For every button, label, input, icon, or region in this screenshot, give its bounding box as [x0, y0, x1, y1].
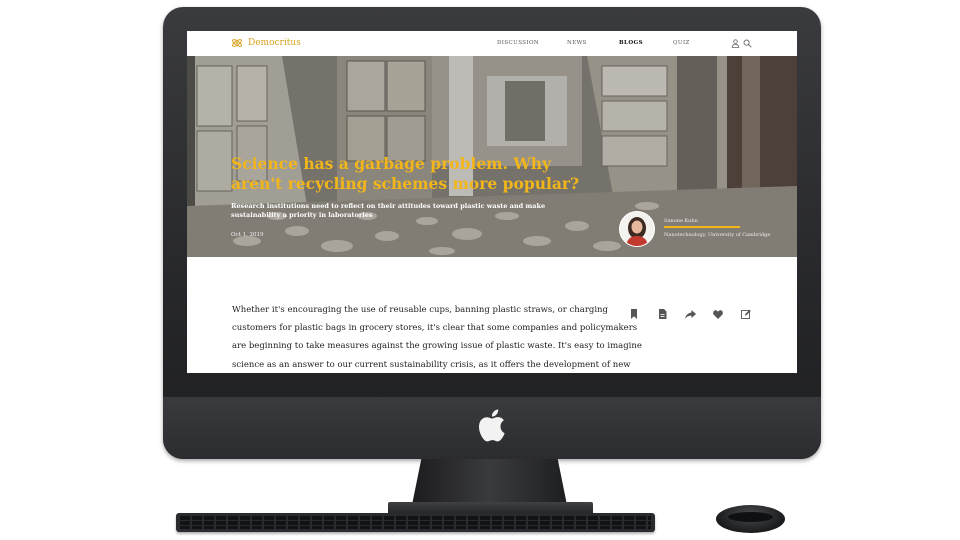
mouse [716, 505, 785, 533]
keyboard [176, 513, 655, 532]
author-role: Nanotechnology, University of Cambridge [664, 232, 771, 238]
search-icon[interactable] [743, 39, 752, 48]
nav-quiz[interactable]: QUIZ [673, 40, 690, 46]
article-line: are beginning to take measures against t… [232, 341, 642, 352]
article-subtitle: Research institutions need to reflect on… [231, 202, 546, 219]
nav-news[interactable]: NEWS [567, 40, 587, 46]
article-date: Oct 1, 2019 [231, 232, 264, 238]
apple-logo [478, 409, 505, 442]
hero-banner: Science has a garbage problem. Why aren'… [187, 56, 797, 257]
article-title: Science has a garbage problem. Why aren'… [231, 154, 580, 193]
user-icon[interactable] [731, 39, 740, 48]
site-logo[interactable]: Democritus [231, 37, 301, 49]
bookmark-icon[interactable] [628, 308, 640, 320]
nav-discussion[interactable]: DISCUSSION [497, 40, 539, 46]
top-nav: Democritus DISCUSSION NEWS BLOGS QUIZ [187, 31, 797, 56]
atom-logo-icon [232, 39, 242, 47]
imac-stand [412, 459, 567, 505]
site-name: Democritus [248, 38, 301, 48]
article-line: Whether it's encouraging the use of reus… [232, 305, 608, 315]
edit-icon[interactable] [740, 308, 752, 320]
author-divider [664, 226, 740, 228]
author-name[interactable]: Simone Kuhn [664, 218, 698, 224]
article-line: customers for plastic bags in grocery st… [232, 323, 638, 334]
article-toolbar [628, 308, 758, 322]
heart-icon[interactable] [712, 308, 724, 320]
author-avatar[interactable] [619, 211, 655, 247]
document-icon[interactable] [656, 308, 668, 320]
article-line: science as an answer to our current sust… [232, 359, 631, 370]
screen: Democritus DISCUSSION NEWS BLOGS QUIZ Sc… [187, 31, 797, 373]
article-body: Whether it's encouraging the use of reus… [232, 301, 642, 373]
nav-blogs[interactable]: BLOGS [619, 40, 643, 46]
share-icon[interactable] [684, 308, 696, 320]
